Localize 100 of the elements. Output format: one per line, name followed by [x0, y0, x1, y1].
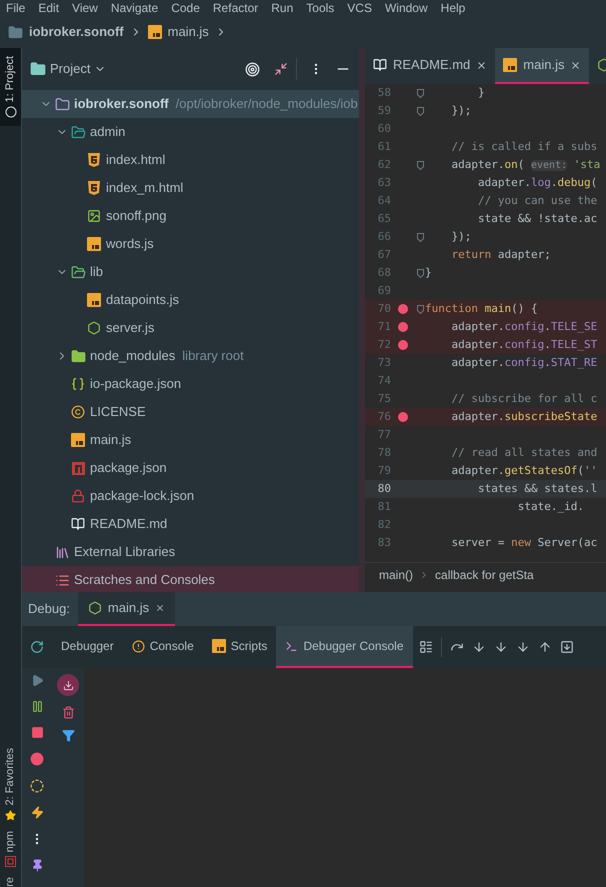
line-number: 68 — [376, 264, 391, 281]
breadcrumb-item[interactable]: iobroker.sonoff — [29, 22, 124, 42]
tree-item-tag: library root — [182, 346, 244, 366]
line-number: 80 — [376, 480, 391, 497]
line-number: 72 — [376, 336, 391, 353]
tree-item-label: lib — [90, 263, 104, 282]
tree-item[interactable]: index.html — [22, 146, 359, 174]
line-number: 77 — [376, 426, 391, 443]
tree-item[interactable]: README.md — [22, 510, 359, 538]
tree-item[interactable]: io-package.json — [22, 370, 359, 398]
code-line: } — [476, 84, 485, 101]
menu-item[interactable]: Code — [171, 2, 200, 14]
code-line: adapter.getStatesOf('' — [450, 462, 598, 479]
menu-item[interactable]: Help — [440, 2, 466, 14]
tool-window-tab[interactable]: 1: Project — [0, 48, 21, 126]
line-number: 59 — [376, 102, 391, 119]
tree-item[interactable]: iobroker.sonoff /opt/iobroker/node_modules/iob — [22, 90, 359, 118]
code-line: // subscribe for all c — [450, 390, 598, 407]
menu-item[interactable]: Window — [384, 2, 428, 14]
tree-item[interactable]: sonoff.png — [22, 202, 359, 230]
code-line: }); — [450, 228, 472, 245]
tree-item-label: io-package.json — [90, 375, 182, 394]
line-number: 65 — [376, 210, 391, 227]
tree-item[interactable]: LICENSE — [22, 398, 359, 426]
code-line: server = new Server(ac — [450, 534, 598, 551]
tree-item-label: index_m.html — [106, 179, 184, 198]
line-number: 78 — [376, 444, 391, 461]
tool-window-tab[interactable]: re — [2, 877, 19, 887]
line-number: 83 — [376, 534, 391, 551]
menu-item[interactable]: Run — [271, 2, 294, 14]
menu-item[interactable]: Tools — [306, 2, 334, 14]
code-line: adapter.config.STAT_RE — [450, 354, 598, 371]
debug-view-tab[interactable]: Console — [122, 626, 203, 668]
tree-item[interactable]: package-lock.json — [22, 482, 359, 510]
line-number: 69 — [376, 282, 391, 299]
menu-item[interactable]: File — [6, 2, 26, 14]
tree-item[interactable]: package.json — [22, 454, 359, 482]
line-number: 76 — [376, 408, 391, 425]
code-line: adapter.subscribeState — [450, 408, 598, 425]
tool-window-tab[interactable]: npm — [2, 830, 19, 852]
tree-item[interactable]: server.js — [22, 314, 359, 342]
tree-item[interactable]: main.js — [22, 426, 359, 454]
tree-item[interactable]: index_m.html — [22, 174, 359, 202]
breadcrumb-item[interactable]: callback for getSta — [435, 566, 534, 584]
line-number: 81 — [376, 498, 391, 515]
tree-item-label: sonoff.png — [106, 207, 166, 226]
tree-item-label: main.js — [90, 431, 132, 450]
tree-item-label: External Libraries — [74, 543, 176, 562]
code-line: } — [425, 264, 432, 281]
line-number: 79 — [376, 462, 391, 479]
debug-view-tab[interactable]: Debugger — [52, 626, 123, 668]
code-line: function main() { — [425, 300, 538, 317]
panel-title[interactable]: Project — [50, 59, 90, 79]
tree-item[interactable]: admin — [22, 118, 359, 146]
line-number: 61 — [376, 138, 391, 155]
code-line: // is called if a subs — [450, 138, 598, 155]
tree-item-label: LICENSE — [90, 403, 146, 422]
code-line: return adapter; — [450, 246, 551, 263]
tree-item[interactable]: words.js — [22, 230, 359, 258]
tree-item[interactable]: lib — [22, 258, 359, 286]
tree-item[interactable]: node_modules library root — [22, 342, 359, 370]
tree-item[interactable]: External Libraries — [22, 538, 359, 566]
tree-item-label: package-lock.json — [90, 487, 194, 506]
tree-item-label: node_modules — [90, 347, 176, 366]
tree-item-label: admin — [90, 123, 126, 142]
code-line: // you can use the — [476, 192, 598, 209]
tree-item-label: iobroker.sonoff — [74, 95, 169, 114]
code-line: state && !state.ac — [476, 210, 598, 227]
breadcrumb-item[interactable]: main() — [379, 566, 414, 584]
code-line: adapter.config.TELE_SE — [450, 318, 598, 335]
line-number: 62 — [376, 156, 391, 173]
line-number: 74 — [376, 372, 391, 389]
line-number: 82 — [376, 516, 391, 533]
editor-tab[interactable]: README.md — [365, 48, 496, 84]
line-number: 75 — [376, 390, 391, 407]
editor-tab[interactable]: main.js — [495, 48, 590, 84]
line-number: 58 — [376, 84, 391, 101]
breadcrumb-item[interactable]: main.js — [168, 22, 209, 42]
debug-view-tab[interactable]: Scripts — [202, 626, 276, 668]
debug-tab[interactable]: main.js — [78, 592, 176, 626]
tree-item[interactable]: Scratches and Consoles — [22, 566, 359, 592]
code-line: states && states.l — [476, 480, 598, 497]
menu-item[interactable]: Refactor — [212, 2, 258, 14]
panel-title: Debug: — [28, 600, 70, 618]
line-number: 70 — [376, 300, 391, 317]
menu-item[interactable]: View — [72, 2, 98, 14]
tree-item-label: Scratches and Consoles — [74, 571, 215, 590]
code-line: adapter.on( event: 'sta — [450, 156, 600, 173]
tree-item-label: index.html — [106, 151, 166, 170]
menu-item[interactable]: Edit — [38, 2, 60, 14]
tool-window-tab[interactable]: 2: Favorites — [2, 748, 19, 806]
code-line: state._id. — [516, 498, 584, 515]
line-number: 71 — [376, 318, 391, 335]
code-line: adapter.log.debug( — [476, 174, 598, 191]
tree-item[interactable]: datapoints.js — [22, 286, 359, 314]
tree-item-label: README.md — [90, 515, 168, 534]
menu-item[interactable]: VCS — [347, 2, 372, 14]
menu-item[interactable]: Navigate — [110, 2, 158, 14]
debug-view-tab[interactable]: Debugger Console — [276, 626, 413, 668]
tree-item-label: datapoints.js — [106, 291, 179, 310]
